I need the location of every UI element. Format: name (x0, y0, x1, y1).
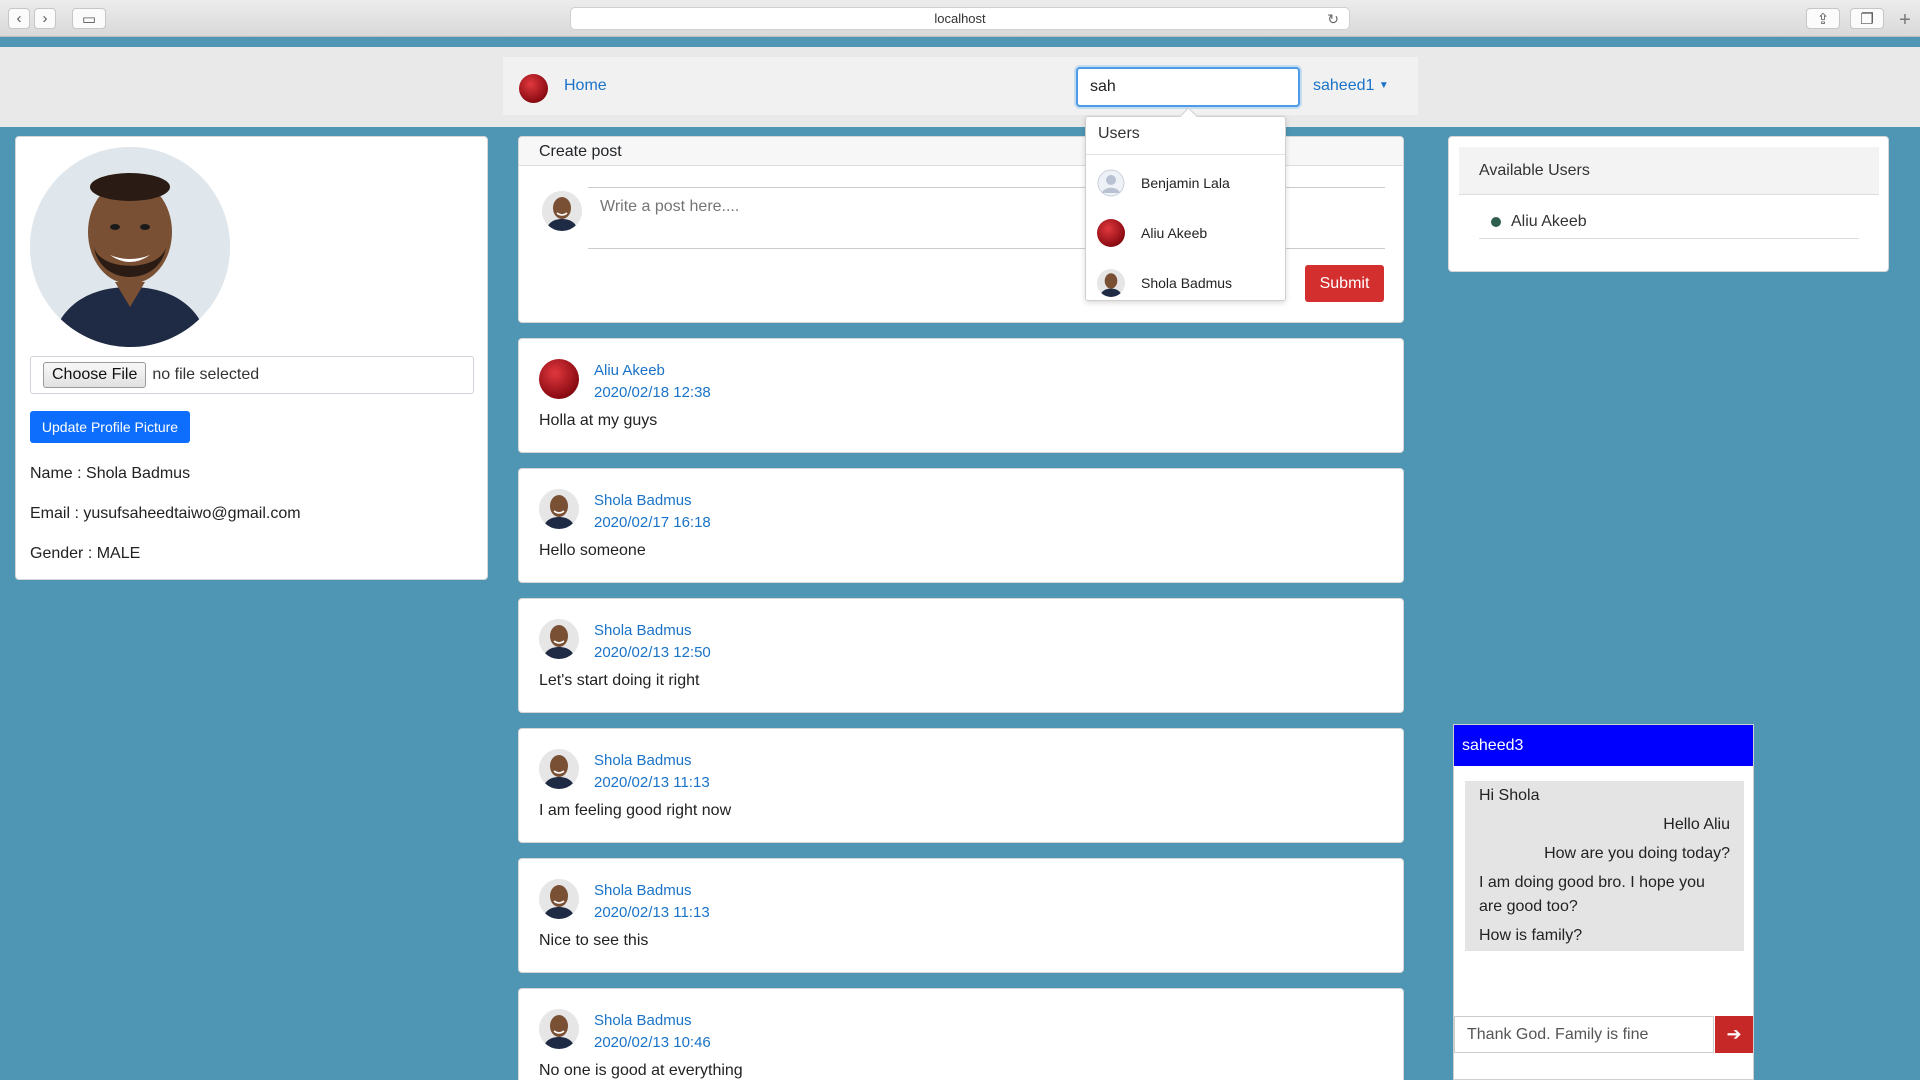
forward-button[interactable]: › (34, 8, 56, 29)
dropdown-item-name: Shola Badmus (1141, 275, 1233, 291)
chat-message: Hi Shola (1465, 781, 1744, 811)
post-author-link[interactable]: Shola Badmus (594, 752, 692, 769)
post-card: Shola Badmus 2020/02/13 12:50 Let's star… (518, 598, 1404, 713)
choose-file-button[interactable]: Choose File (43, 362, 147, 388)
post-card: Shola Badmus 2020/02/17 16:18 Hello some… (518, 468, 1404, 583)
photo-avatar (1097, 269, 1125, 297)
dropdown-item-name: Benjamin Lala (1141, 175, 1230, 191)
photo-avatar (539, 749, 579, 789)
profile-photo (30, 147, 230, 347)
post-card: Aliu Akeeb 2020/02/18 12:38 Holla at my … (518, 338, 1404, 453)
address-bar[interactable]: localhost ↻ (570, 7, 1350, 30)
site-logo[interactable] (519, 74, 548, 103)
dropdown-heading: Users (1098, 125, 1140, 142)
available-user-item[interactable]: Aliu Akeeb (1479, 205, 1859, 239)
profile-gender: Gender : MALE (30, 545, 141, 562)
post-text: Hello someone (539, 542, 646, 559)
chat-title[interactable]: saheed3 (1454, 725, 1753, 766)
post-date: 2020/02/13 10:46 (594, 1034, 711, 1051)
send-arrow-icon[interactable]: ➔ (1715, 1016, 1753, 1053)
available-users-header: Available Users (1459, 147, 1879, 195)
dropdown-item-name: Aliu Akeeb (1141, 225, 1208, 241)
user-search-input[interactable] (1076, 67, 1300, 107)
user-menu-label: saheed1 (1313, 77, 1375, 94)
post-text: Holla at my guys (539, 412, 658, 429)
dropdown-divider (1086, 154, 1285, 155)
chat-message: Hello Aliu (1465, 810, 1744, 840)
post-text: Let's start doing it right (539, 672, 700, 689)
profile-card: Choose File no file selected Update Prof… (15, 136, 488, 580)
user-search-dropdown: Users Benjamin Lala Aliu Akeeb Shola Bad… (1085, 116, 1286, 301)
available-users-card: Available Users Aliu Akeeb (1448, 136, 1889, 272)
post-author-link[interactable]: Shola Badmus (594, 882, 692, 899)
dropdown-item-user[interactable]: Shola Badmus (1097, 266, 1282, 300)
post-card: Shola Badmus 2020/02/13 11:13 Nice to se… (518, 858, 1404, 973)
post-author-link[interactable]: Shola Badmus (594, 492, 692, 509)
home-link[interactable]: Home (564, 77, 607, 95)
photo-avatar (539, 879, 579, 919)
post-text: Nice to see this (539, 932, 649, 949)
red-circle-avatar (539, 359, 579, 399)
url-text: localhost (934, 11, 986, 26)
profile-file-input[interactable]: Choose File no file selected (30, 356, 474, 394)
tabs-overview-button[interactable]: ❐ (1850, 8, 1884, 29)
photo-avatar (539, 619, 579, 659)
file-status-text: no file selected (152, 366, 260, 383)
post-author-link[interactable]: Aliu Akeeb (594, 362, 665, 379)
post-date: 2020/02/18 12:38 (594, 384, 711, 401)
post-card: Shola Badmus 2020/02/13 10:46 No one is … (518, 988, 1404, 1080)
photo-avatar (539, 1009, 579, 1049)
new-tab-button[interactable]: + (1894, 10, 1916, 32)
default-avatar-icon (1097, 169, 1125, 197)
post-date: 2020/02/13 11:13 (594, 904, 710, 921)
post-text: I am feeling good right now (539, 802, 732, 819)
chat-message: I am doing good bro. I hope you are good… (1465, 868, 1744, 922)
profile-email: Email : yusufsaheedtaiwo@gmail.com (30, 505, 301, 522)
reload-icon[interactable]: ↻ (1327, 11, 1339, 28)
sidebar-toggle-button[interactable]: ▭ (72, 8, 106, 29)
photo-avatar (539, 489, 579, 529)
dropdown-item-user[interactable]: Benjamin Lala (1097, 166, 1282, 200)
browser-toolbar: ‹ › ▭ localhost ↻ ⇪ ❐ + (0, 0, 1920, 37)
navbar: Home saheed1 ▼ (503, 57, 1418, 115)
chat-message: How is family? (1465, 921, 1744, 951)
author-avatar (542, 191, 582, 231)
available-user-name: Aliu Akeeb (1511, 212, 1587, 230)
red-circle-avatar (1097, 219, 1125, 247)
post-author-link[interactable]: Shola Badmus (594, 622, 692, 639)
chat-message: How are you doing today? (1465, 839, 1744, 869)
caret-down-icon: ▼ (1378, 80, 1389, 91)
post-date: 2020/02/17 16:18 (594, 514, 711, 531)
user-menu-toggle[interactable]: saheed1 ▼ (1313, 77, 1389, 95)
chat-message-input[interactable] (1454, 1016, 1714, 1053)
share-button[interactable]: ⇪ (1806, 8, 1840, 29)
online-status-icon (1491, 216, 1501, 227)
update-profile-picture-button[interactable]: Update Profile Picture (30, 411, 190, 443)
post-text: No one is good at everything (539, 1062, 743, 1079)
chat-window: saheed3 Hi Shola Hello Aliu How are you … (1453, 724, 1754, 1080)
profile-name: Name : Shola Badmus (30, 465, 191, 482)
post-card: Shola Badmus 2020/02/13 11:13 I am feeli… (518, 728, 1404, 843)
post-author-link[interactable]: Shola Badmus (594, 1012, 692, 1029)
submit-post-button[interactable]: Submit (1305, 265, 1384, 302)
back-button[interactable]: ‹ (8, 8, 30, 29)
dropdown-item-user[interactable]: Aliu Akeeb (1097, 216, 1282, 250)
post-date: 2020/02/13 11:13 (594, 774, 710, 791)
post-date: 2020/02/13 12:50 (594, 644, 711, 661)
